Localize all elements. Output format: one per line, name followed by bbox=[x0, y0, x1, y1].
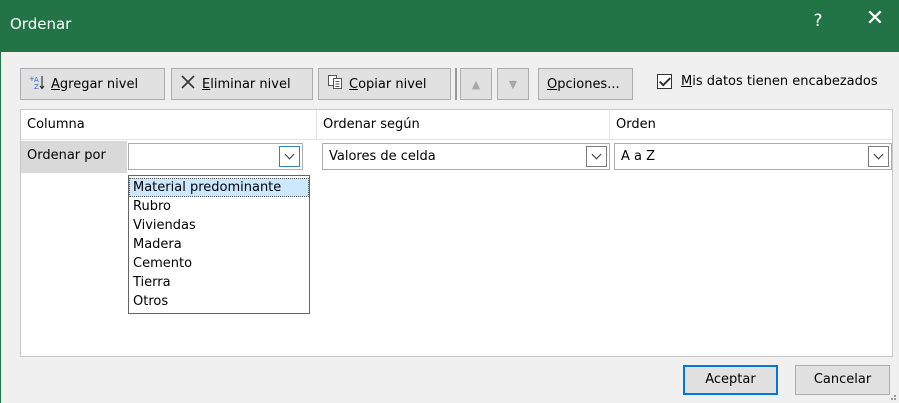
delete-level-button[interactable]: Eliminar nivel bbox=[171, 68, 313, 100]
svg-text:Z: Z bbox=[34, 83, 39, 90]
copy-level-button[interactable]: Copiar nivel bbox=[318, 68, 451, 100]
move-down-button[interactable]: ▼ bbox=[497, 68, 529, 100]
chevron-down-icon[interactable] bbox=[279, 146, 300, 167]
delete-level-label: Eliminar nivel bbox=[202, 76, 291, 92]
options-label: Opciones... bbox=[547, 76, 620, 92]
dropdown-option[interactable]: Cemento bbox=[129, 254, 309, 273]
add-level-label: Agregar nivel bbox=[51, 76, 139, 92]
has-headers-checkbox[interactable]: Mis datos tienen encabezados bbox=[657, 74, 878, 89]
sort-by-label[interactable]: Ordenar por bbox=[21, 141, 127, 173]
dropdown-option[interactable]: Tierra bbox=[129, 273, 309, 292]
options-button[interactable]: Opciones... bbox=[538, 68, 633, 100]
order-select-value: A a Z bbox=[621, 149, 656, 164]
title-bar: Ordenar ? ✕ bbox=[0, 0, 899, 52]
dropdown-option[interactable]: Otros bbox=[129, 292, 309, 311]
order-select[interactable]: A a Z bbox=[614, 143, 892, 170]
dropdown-option[interactable]: Viviendas bbox=[129, 216, 309, 235]
copy-icon bbox=[327, 74, 343, 94]
close-button[interactable]: ✕ bbox=[860, 6, 890, 31]
help-button[interactable]: ? bbox=[808, 11, 828, 31]
ok-button[interactable]: Aceptar bbox=[683, 365, 778, 395]
column-select[interactable] bbox=[128, 143, 303, 170]
cancel-button[interactable]: Cancelar bbox=[795, 365, 890, 395]
add-level-button[interactable]: + A Z Agregar nivel bbox=[20, 68, 165, 100]
sort-az-icon: + A Z bbox=[29, 74, 45, 94]
window-title: Ordenar bbox=[10, 15, 72, 33]
chevron-down-icon[interactable] bbox=[586, 146, 607, 167]
sort-on-select[interactable]: Valores de celda bbox=[322, 143, 610, 170]
arrow-up-icon: ▲ bbox=[471, 77, 481, 91]
dropdown-option[interactable]: Madera bbox=[129, 235, 309, 254]
chevron-down-icon[interactable] bbox=[868, 146, 889, 167]
sort-on-header: Ordenar según bbox=[317, 110, 610, 140]
column-dropdown-list: Material predominante Rubro Viviendas Ma… bbox=[128, 175, 310, 314]
dropdown-option[interactable]: Rubro bbox=[129, 197, 309, 216]
checkbox-checked-icon[interactable] bbox=[657, 74, 672, 89]
has-headers-label: Mis datos tienen encabezados bbox=[681, 74, 878, 89]
sort-on-select-value: Valores de celda bbox=[329, 149, 436, 164]
column-header: Columna bbox=[21, 110, 317, 140]
dropdown-option[interactable]: Material predominante bbox=[129, 178, 309, 197]
resize-grip-icon[interactable] bbox=[888, 392, 896, 400]
order-header: Orden bbox=[610, 110, 892, 140]
delete-x-icon bbox=[180, 74, 196, 94]
arrow-down-icon: ▼ bbox=[508, 77, 518, 91]
copy-level-label: Copiar nivel bbox=[349, 76, 427, 92]
sort-levels-grid: Columna Ordenar según Orden Ordenar por … bbox=[20, 109, 893, 357]
toolbar-separator bbox=[455, 68, 457, 100]
move-up-button[interactable]: ▲ bbox=[460, 68, 492, 100]
